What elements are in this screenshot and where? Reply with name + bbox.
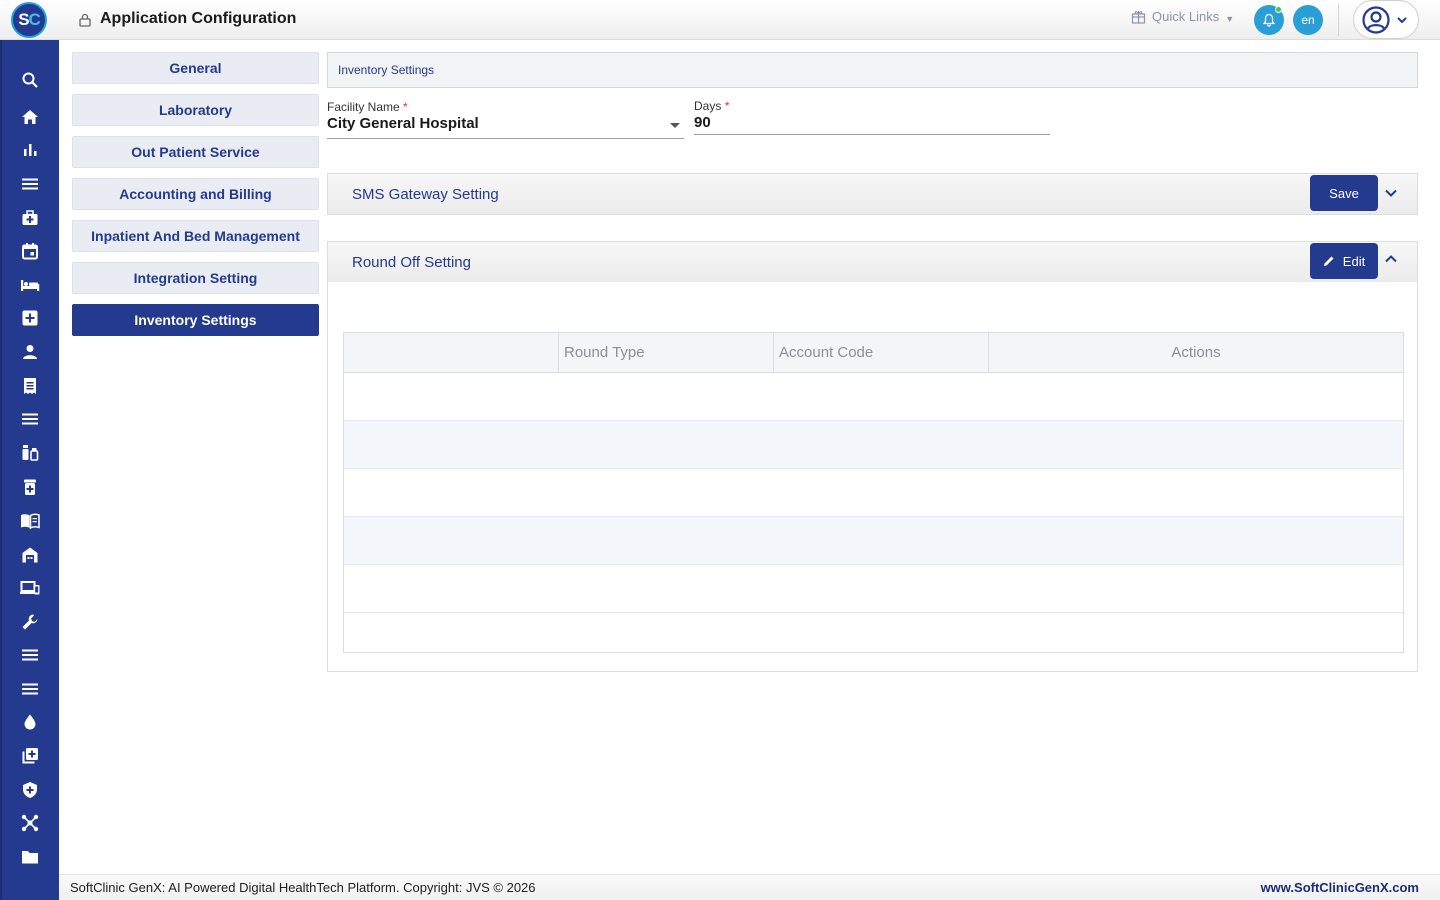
list-alt-icon[interactable] (20, 645, 40, 665)
table-cell (343, 420, 1404, 469)
plus-box-icon[interactable] (20, 308, 40, 328)
table-row (343, 612, 1404, 653)
sms-gateway-title: SMS Gateway Setting (352, 185, 499, 203)
app-logo[interactable]: SC (11, 2, 47, 38)
quick-links-button[interactable]: Quick Links ▼ (1131, 9, 1234, 24)
logo-letter-s: S (18, 10, 29, 29)
pill-bottle-icon[interactable] (20, 477, 40, 497)
column-header-actions: Actions (988, 332, 1404, 373)
column-header-select (343, 332, 559, 373)
section-title: Inventory Settings (338, 63, 435, 77)
pencil-icon (1323, 256, 1334, 266)
gift-icon (1131, 11, 1146, 24)
menu-item-laboratory[interactable]: Laboratory (72, 94, 319, 126)
table-header-row: Round Type Account Code Actions (343, 332, 1404, 373)
quick-links-label: Quick Links (1152, 9, 1220, 24)
days-input[interactable]: 90 (694, 114, 711, 131)
days-field-underline (694, 134, 1050, 135)
calendar-icon[interactable] (20, 241, 40, 261)
notifications-button[interactable] (1254, 5, 1284, 35)
chevron-down-icon (1397, 16, 1407, 23)
hub-icon[interactable] (20, 813, 40, 833)
footer: SoftClinic GenX: AI Powered Digital Heal… (59, 874, 1440, 900)
menu-icon[interactable] (20, 174, 40, 194)
menu-item-accounting-billing[interactable]: Accounting and Billing (72, 178, 319, 210)
website-link[interactable]: www.SoftClinicGenX.com (1261, 880, 1419, 895)
bed-icon[interactable] (20, 275, 40, 295)
list-icon[interactable] (20, 409, 40, 429)
shield-icon[interactable] (20, 780, 40, 800)
home-icon[interactable] (20, 107, 40, 127)
table-row (343, 516, 1404, 565)
list-lines-icon[interactable] (20, 679, 40, 699)
menu-item-integration-setting[interactable]: Integration Setting (72, 262, 319, 294)
store-icon[interactable] (20, 545, 40, 565)
logo-letter-c: C (28, 10, 41, 29)
menu-item-out-patient-service[interactable]: Out Patient Service (72, 136, 319, 168)
sms-gateway-panel-header[interactable]: SMS Gateway Setting Save (328, 174, 1417, 214)
medication-icon[interactable] (20, 443, 40, 463)
facility-name-label: Facility Name * (327, 100, 408, 114)
round-off-table: Round Type Account Code Actions (343, 332, 1404, 653)
medical-bag-icon[interactable] (20, 208, 40, 228)
notification-dot (1275, 6, 1282, 13)
table-row (343, 372, 1404, 421)
table-cell (343, 564, 1404, 613)
facility-name-select[interactable]: City General Hospital (327, 115, 479, 132)
sidebar (0, 40, 59, 900)
save-button[interactable]: Save (1310, 175, 1378, 211)
table-row (343, 468, 1404, 517)
save-label: Save (1329, 185, 1359, 201)
days-label: Days * (694, 99, 729, 113)
table-cell (343, 372, 1404, 421)
section-header: Inventory Settings (327, 52, 1418, 88)
divider (1338, 4, 1339, 36)
facility-field-underline (327, 138, 684, 139)
column-header-account-code[interactable]: Account Code (773, 332, 989, 373)
devices-icon[interactable] (20, 578, 40, 598)
account-circle-icon (1362, 5, 1390, 34)
top-bar: SC Application Configuration Quick Links… (0, 0, 1440, 40)
column-header-round-type[interactable]: Round Type (558, 332, 774, 373)
edit-button[interactable]: Edit (1310, 243, 1378, 279)
sms-gateway-panel: SMS Gateway Setting Save (327, 173, 1418, 215)
table-cell (343, 516, 1404, 565)
menu-item-general[interactable]: General (72, 52, 319, 84)
facility-name-label-text: Facility Name (327, 100, 400, 114)
chevron-up-icon[interactable] (1384, 252, 1398, 266)
search-icon[interactable] (20, 70, 40, 90)
menu-item-inpatient-bed-management[interactable]: Inpatient And Bed Management (72, 220, 319, 252)
required-marker: * (724, 99, 730, 113)
menu-item-inventory-settings[interactable]: Inventory Settings (72, 304, 319, 336)
table-row (343, 420, 1404, 469)
round-off-title: Round Off Setting (352, 253, 471, 271)
page-title: Application Configuration (100, 10, 297, 27)
book-icon[interactable] (20, 511, 40, 531)
days-label-text: Days (694, 99, 722, 113)
round-off-panel-header[interactable]: Round Off Setting Edit (328, 242, 1417, 282)
dropdown-arrow-icon[interactable] (670, 123, 680, 128)
add-library-icon[interactable] (20, 746, 40, 766)
user-menu-button[interactable] (1353, 0, 1419, 39)
bell-icon (1262, 13, 1276, 27)
table-cell (343, 612, 1404, 653)
receipt-icon[interactable] (20, 376, 40, 396)
folder-icon[interactable] (20, 847, 40, 867)
copyright-text: SoftClinic GenX: AI Powered Digital Heal… (70, 880, 536, 895)
round-off-panel: Round Off Setting Edit Round Type Accoun… (327, 241, 1418, 672)
bar-chart-icon[interactable] (20, 140, 40, 160)
table-cell (343, 468, 1404, 517)
wrench-icon[interactable] (20, 612, 40, 632)
person-icon[interactable] (20, 342, 40, 362)
edit-label: Edit (1342, 253, 1366, 269)
lock-icon (79, 13, 91, 27)
drop-icon[interactable] (20, 712, 40, 732)
caret-down-icon: ▼ (1225, 13, 1235, 24)
language-button[interactable]: en (1293, 5, 1323, 35)
chevron-down-icon[interactable] (1384, 186, 1398, 200)
required-marker: * (403, 100, 408, 114)
table-row (343, 564, 1404, 613)
